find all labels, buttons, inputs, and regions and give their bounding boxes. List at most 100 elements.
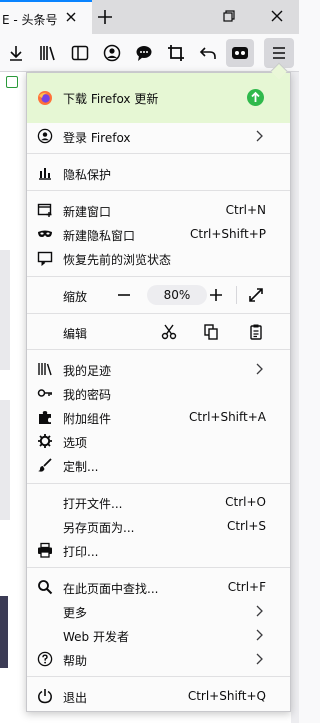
new-window-shortcut: Ctrl+N bbox=[225, 203, 266, 217]
addons-label: 附加组件 bbox=[63, 412, 112, 426]
web-developer-label: Web 开发者 bbox=[63, 630, 129, 644]
chat-icon[interactable] bbox=[134, 43, 154, 63]
open-file-shortcut: Ctrl+O bbox=[225, 495, 266, 509]
restore-window-icon[interactable] bbox=[220, 7, 238, 25]
chevron-right-icon bbox=[254, 652, 264, 666]
separator bbox=[27, 276, 290, 277]
more-item[interactable]: 更多 bbox=[27, 599, 290, 623]
zoom-reset-button[interactable]: 80% bbox=[147, 285, 207, 305]
tab-title: E - 头条号 bbox=[2, 13, 58, 27]
library-item[interactable]: 我的足迹 bbox=[27, 357, 290, 381]
sidebar-icon[interactable] bbox=[70, 43, 90, 63]
library-icon bbox=[37, 361, 53, 377]
separator bbox=[27, 567, 290, 568]
help-item[interactable]: 帮助 bbox=[27, 647, 290, 671]
cut-button[interactable] bbox=[160, 323, 178, 341]
library-label: 我的足迹 bbox=[63, 364, 112, 378]
extension-button[interactable] bbox=[226, 39, 254, 67]
fullscreen-icon bbox=[249, 288, 263, 302]
library-icon[interactable] bbox=[38, 43, 58, 63]
close-window-icon[interactable] bbox=[268, 7, 286, 25]
zoom-control-row: 缩放 80% bbox=[27, 283, 290, 307]
restore-label: 恢复先前的浏览状态 bbox=[63, 253, 172, 267]
restore-session-item[interactable]: 恢复先前的浏览状态 bbox=[27, 246, 290, 270]
edit-control-row: 编辑 bbox=[27, 320, 290, 344]
paintbrush-icon bbox=[37, 457, 53, 473]
account-icon[interactable] bbox=[102, 43, 122, 63]
page-scrollbar[interactable] bbox=[291, 72, 299, 723]
divider bbox=[236, 286, 237, 304]
download-icon[interactable] bbox=[6, 43, 26, 63]
save-page-label: 另存页面为... bbox=[63, 521, 135, 535]
puzzle-icon bbox=[37, 409, 53, 425]
power-icon bbox=[37, 688, 53, 704]
new-tab-icon[interactable] bbox=[94, 6, 116, 28]
logins-label: 我的密码 bbox=[63, 388, 112, 402]
customize-item[interactable]: 定制... bbox=[27, 453, 290, 477]
sign-in-item[interactable]: 登录 Firefox bbox=[27, 124, 290, 148]
find-in-page-item[interactable]: 在此页面中查找... Ctrl+F bbox=[27, 575, 290, 599]
chevron-right-icon bbox=[254, 628, 264, 642]
extension-icon bbox=[232, 47, 248, 59]
quit-item[interactable]: 退出 Ctrl+Shift+Q bbox=[27, 684, 290, 708]
separator bbox=[27, 313, 290, 314]
customize-label: 定制... bbox=[63, 460, 99, 474]
quit-shortcut: Ctrl+Shift+Q bbox=[187, 689, 266, 703]
account-icon bbox=[37, 128, 53, 144]
undo-icon[interactable] bbox=[198, 43, 218, 63]
privacy-protection-item[interactable]: 隐私保护 bbox=[27, 161, 290, 185]
plus-icon bbox=[210, 289, 222, 301]
addons-item[interactable]: 附加组件 Ctrl+Shift+A bbox=[27, 405, 290, 429]
navigation-toolbar bbox=[0, 34, 299, 72]
active-tab[interactable]: E - 头条号 bbox=[0, 0, 92, 34]
update-firefox-item[interactable]: 下载 Firefox 更新 bbox=[27, 73, 290, 123]
separator bbox=[27, 676, 290, 677]
app-menu-panel: 下载 Firefox 更新 登录 Firefox 隐私保护 新建窗口 Ctrl+… bbox=[26, 72, 291, 712]
save-page-item[interactable]: 另存页面为... Ctrl+S bbox=[27, 514, 290, 538]
web-developer-item[interactable]: Web 开发者 bbox=[27, 623, 290, 647]
chevron-right-icon bbox=[254, 129, 264, 143]
crop-screenshot-icon[interactable] bbox=[166, 43, 186, 63]
close-icon[interactable] bbox=[64, 10, 78, 24]
options-item[interactable]: 选项 bbox=[27, 429, 290, 453]
paste-button[interactable] bbox=[247, 323, 265, 341]
private-window-shortcut: Ctrl+Shift+P bbox=[190, 227, 266, 241]
zoom-in-button[interactable] bbox=[207, 286, 225, 304]
firefox-logo-icon bbox=[37, 90, 53, 106]
page-card bbox=[0, 250, 10, 370]
printer-icon bbox=[37, 542, 53, 558]
edit-label: 编辑 bbox=[63, 327, 88, 341]
copy-button[interactable] bbox=[202, 323, 220, 341]
page-card bbox=[0, 400, 10, 520]
quit-label: 退出 bbox=[63, 691, 88, 705]
help-icon bbox=[37, 651, 53, 667]
sign-in-label: 登录 Firefox bbox=[63, 131, 131, 145]
tab-strip: E - 头条号 bbox=[0, 0, 299, 34]
open-file-item[interactable]: 打开文件... Ctrl+O bbox=[27, 490, 290, 514]
new-window-item[interactable]: 新建窗口 Ctrl+N bbox=[27, 198, 290, 222]
chevron-right-icon bbox=[254, 604, 264, 618]
new-window-label: 新建窗口 bbox=[63, 205, 112, 219]
private-window-label: 新建隐私窗口 bbox=[63, 229, 136, 243]
new-private-window-item[interactable]: 新建隐私窗口 Ctrl+Shift+P bbox=[27, 222, 290, 246]
clipboard-icon bbox=[250, 324, 262, 340]
options-label: 选项 bbox=[63, 436, 88, 450]
key-icon bbox=[37, 385, 53, 401]
separator bbox=[27, 153, 290, 154]
print-item[interactable]: 打印... bbox=[27, 538, 290, 562]
find-shortcut: Ctrl+F bbox=[227, 580, 266, 594]
help-label: 帮助 bbox=[63, 654, 88, 668]
restore-session-icon bbox=[37, 250, 53, 267]
search-icon bbox=[37, 579, 53, 595]
zoom-out-button[interactable] bbox=[115, 286, 133, 304]
fullscreen-button[interactable] bbox=[247, 286, 265, 304]
find-label: 在此页面中查找... bbox=[63, 582, 159, 596]
more-label: 更多 bbox=[63, 606, 88, 620]
update-arrow-icon bbox=[247, 89, 264, 106]
zoom-label: 缩放 bbox=[63, 290, 88, 304]
page-thumbnail bbox=[0, 596, 8, 668]
logins-item[interactable]: 我的密码 bbox=[27, 381, 290, 405]
scissors-icon bbox=[161, 324, 177, 340]
print-label: 打印... bbox=[63, 545, 99, 559]
save-page-shortcut: Ctrl+S bbox=[226, 519, 266, 533]
